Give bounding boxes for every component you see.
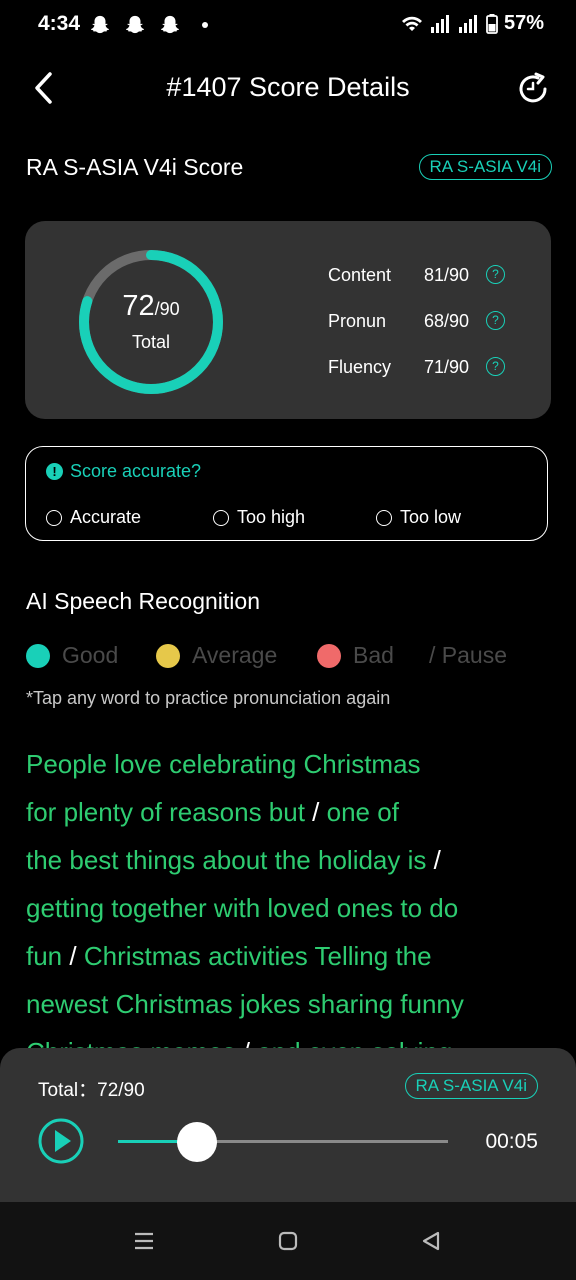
average-dot-icon	[156, 643, 180, 668]
player-time: 00:05	[485, 1130, 538, 1153]
recognition-title: AI Speech Recognition	[26, 588, 260, 614]
metric-name: Fluency	[328, 357, 392, 377]
metric-value: 81/90	[424, 265, 470, 285]
page-title: #1407 Score Details	[166, 72, 410, 102]
progress-thumb[interactable]	[177, 1122, 218, 1162]
metric-value: 71/90	[424, 357, 470, 377]
transcript-words[interactable]: newest Christmas jokes sharing funny	[26, 989, 464, 1019]
option-too-low[interactable]: Too low	[376, 507, 461, 528]
legend-pause: / Pause	[429, 642, 507, 669]
transcript: People love celebrating Christmas for pl…	[26, 740, 546, 1048]
transcript-words[interactable]: one of	[327, 797, 399, 827]
accuracy-question: ! Score accurate?	[46, 461, 201, 482]
metric-value: 68/90	[424, 311, 470, 331]
metric-name: Content	[328, 265, 392, 285]
pause-mark: /	[304, 797, 327, 827]
play-icon[interactable]	[38, 1118, 84, 1164]
legend-bad: Bad	[317, 642, 394, 669]
legend-good: Good	[26, 642, 118, 669]
legend-label: / Pause	[429, 642, 507, 668]
player-total: Total：72/90	[38, 1080, 145, 1101]
signal-icon	[458, 14, 477, 33]
model-tag: RA S-ASIA V4i	[418, 154, 552, 180]
total-label: Total	[131, 332, 171, 352]
transcript-words[interactable]: Christmas activities Telling the	[84, 941, 432, 971]
player-model-tag: RA S-ASIA V4i	[404, 1073, 538, 1099]
recent-apps-icon[interactable]	[133, 1230, 155, 1252]
good-dot-icon	[26, 643, 50, 668]
transcript-line: the best things about the holiday is /	[26, 836, 546, 884]
transcript-words[interactable]: and even solving	[257, 1037, 452, 1048]
option-label: Accurate	[70, 507, 142, 527]
metric-pronun: Pronun 68/90 ?	[328, 311, 518, 335]
pause-mark: /	[426, 845, 441, 875]
home-icon[interactable]	[277, 1230, 299, 1252]
option-label: Too low	[400, 507, 462, 527]
snapchat-notification-icon	[125, 15, 145, 34]
legend-label: Good	[62, 642, 119, 668]
transcript-line: for plenty of reasons but / one of	[26, 788, 546, 836]
metric-fluency: Fluency 71/90 ?	[328, 357, 518, 381]
snapchat-notification-icon	[90, 15, 110, 34]
transcript-words[interactable]: fun	[26, 941, 62, 971]
help-icon[interactable]: ?	[486, 311, 505, 330]
transcript-line: fun / Christmas activities Telling the	[26, 932, 546, 980]
option-too-high[interactable]: Too high	[213, 507, 305, 528]
radio-icon[interactable]	[213, 509, 229, 526]
metric-name: Pronun	[328, 311, 387, 331]
exclamation-icon: !	[46, 463, 63, 480]
score-section-title: RA S-ASIA V4i Score	[26, 154, 244, 180]
transcript-words[interactable]: People love celebrating Christmas	[26, 749, 421, 779]
bad-dot-icon	[317, 643, 341, 668]
accuracy-question-text: Score accurate?	[70, 461, 202, 481]
legend-average: Average	[156, 642, 277, 669]
total-score: 72/90	[122, 290, 180, 322]
radio-icon[interactable]	[376, 509, 392, 526]
metric-content: Content 81/90 ?	[328, 265, 518, 289]
help-icon[interactable]: ?	[486, 357, 505, 376]
snapchat-notification-icon	[160, 15, 180, 34]
pause-mark: /	[235, 1037, 257, 1048]
wifi-icon	[401, 16, 422, 31]
transcript-words[interactable]: the best things about the holiday is	[26, 845, 426, 875]
practice-hint: *Tap any word to practice pronunciation …	[26, 688, 391, 708]
transcript-words[interactable]: for plenty of reasons but	[26, 797, 305, 827]
status-time: 4:34	[38, 12, 81, 35]
status-icons: 57%	[400, 12, 544, 35]
option-accurate[interactable]: Accurate	[46, 507, 141, 528]
option-label: Too high	[237, 507, 306, 527]
nav-back-icon[interactable]	[420, 1230, 442, 1252]
pause-mark: /	[62, 941, 84, 971]
signal-icon	[430, 14, 449, 33]
transcript-words[interactable]: getting together with loved ones to do	[26, 893, 458, 923]
battery-icon	[486, 13, 498, 34]
legend-label: Bad	[353, 642, 394, 668]
refresh-icon[interactable]	[516, 72, 550, 106]
radio-icon[interactable]	[46, 509, 62, 526]
legend-label: Average	[192, 642, 278, 668]
transcript-words[interactable]: Christmas memes	[26, 1037, 235, 1048]
battery-percent: 57%	[503, 12, 544, 34]
transcript-line: Christmas memes / and even solving	[26, 1028, 546, 1048]
audio-player	[0, 1048, 576, 1202]
help-icon[interactable]: ?	[486, 265, 505, 284]
notification-dot	[202, 22, 208, 28]
transcript-line: getting together with loved ones to do	[26, 884, 546, 932]
transcript-line: newest Christmas jokes sharing funny	[26, 980, 546, 1028]
transcript-line: People love celebrating Christmas	[26, 740, 546, 788]
